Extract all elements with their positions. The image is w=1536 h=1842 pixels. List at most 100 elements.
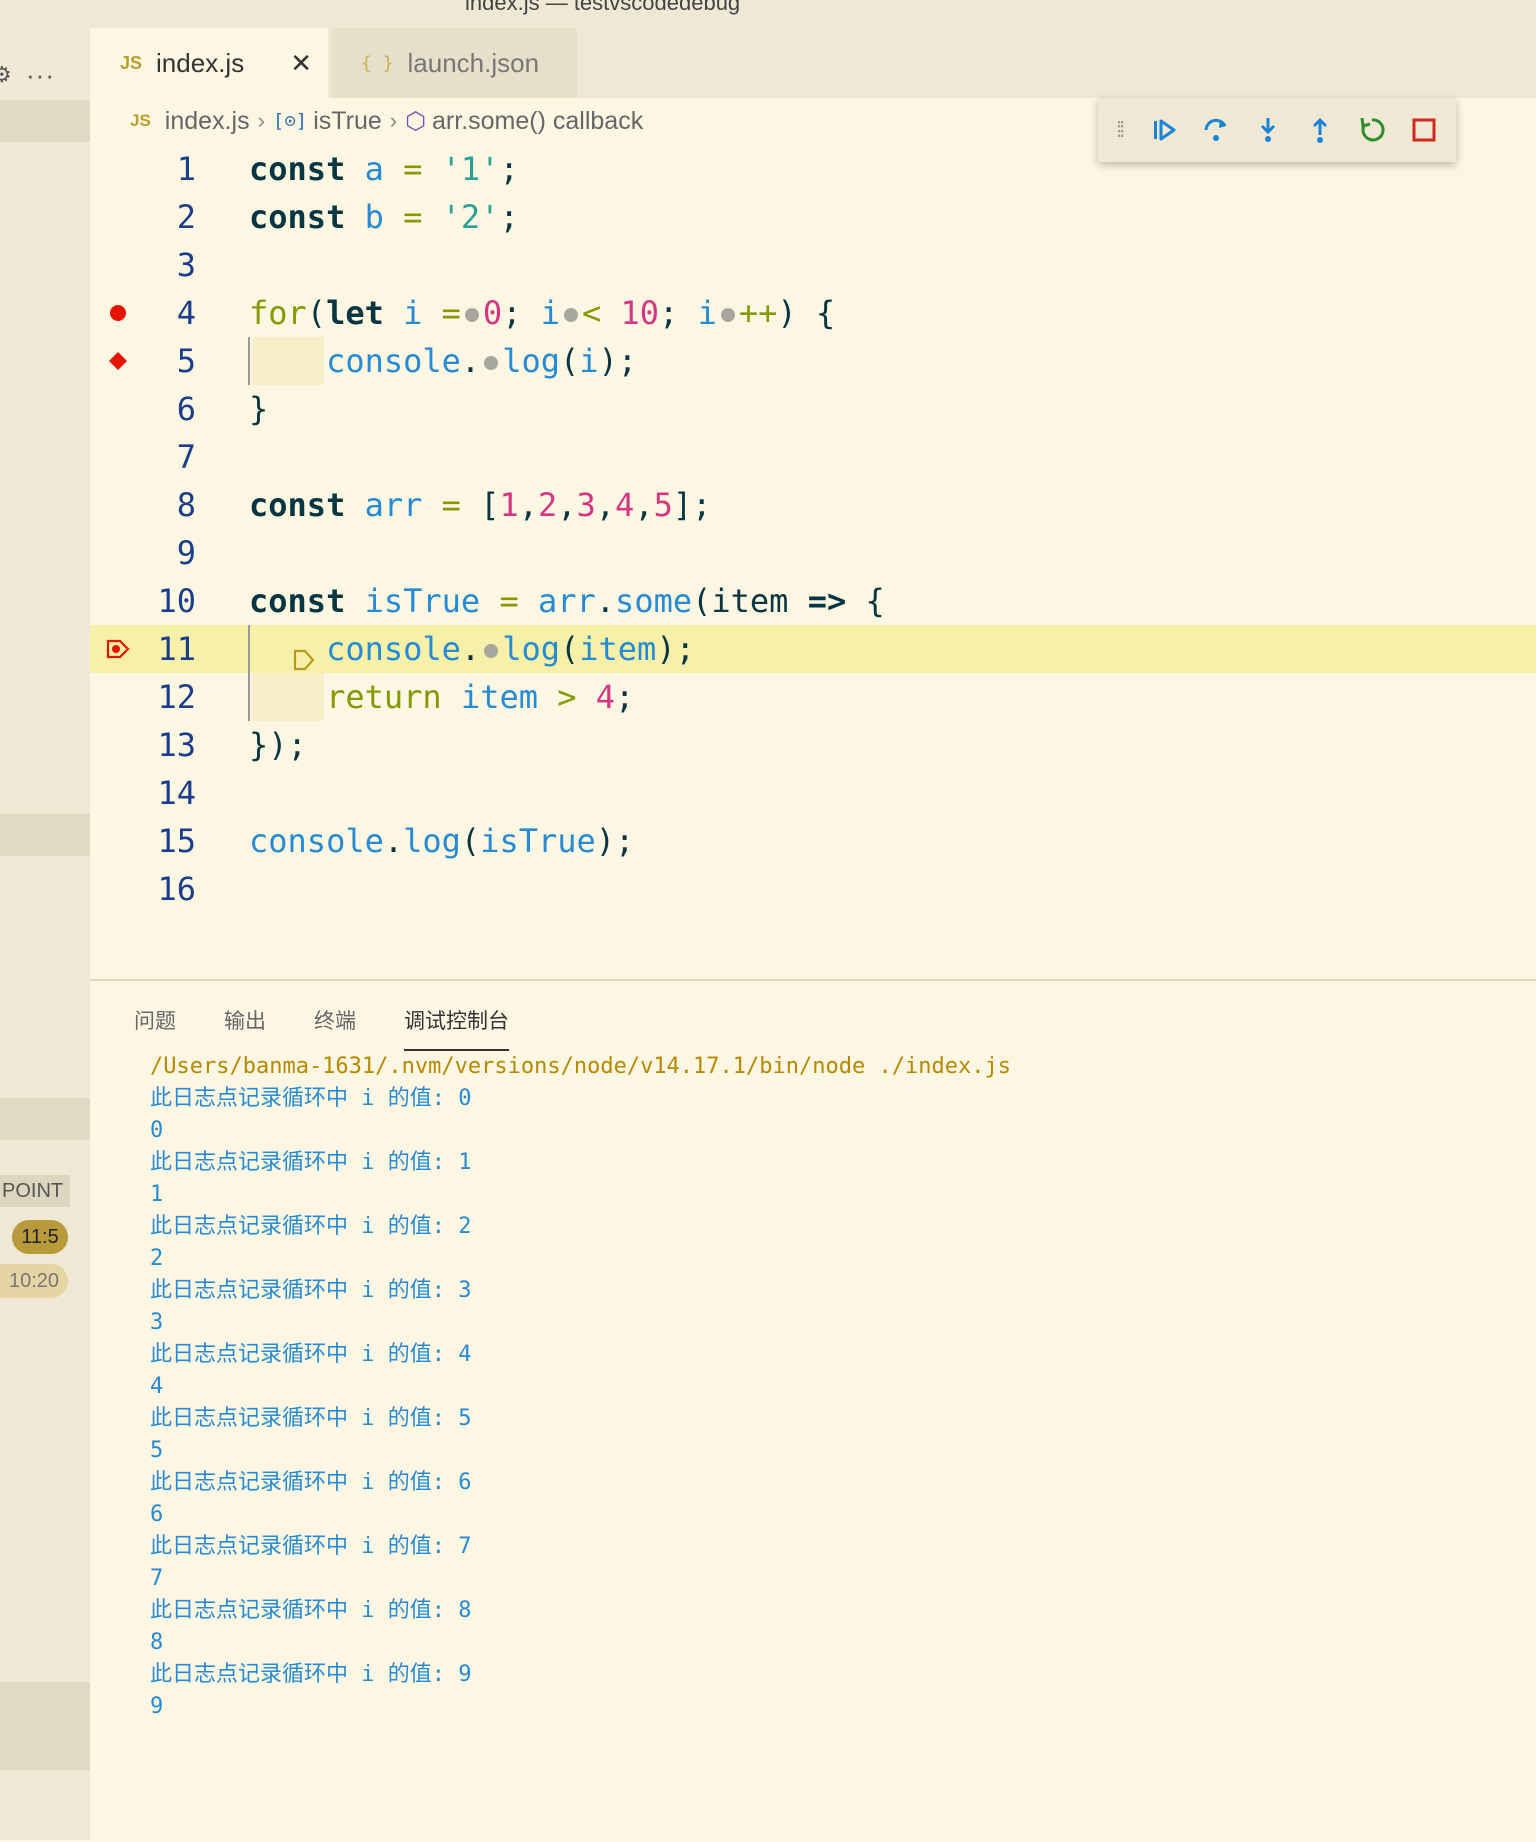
- token: const: [249, 150, 346, 188]
- tab-label: launch.json: [407, 47, 540, 78]
- code-line[interactable]: 3: [90, 241, 1536, 289]
- console-line: 9: [150, 1694, 164, 1719]
- code-line[interactable]: 12 return item > 4;: [90, 673, 1536, 721]
- token: =: [441, 294, 461, 332]
- line-number: 14: [157, 774, 196, 812]
- code-line[interactable]: 4 for(let i = 0; i < 10; i ++) {: [90, 289, 1536, 337]
- method-cube-icon: ⬡: [405, 107, 427, 135]
- code-line[interactable]: 2 const b = '2';: [90, 193, 1536, 241]
- console-line: 3: [150, 1310, 164, 1335]
- token: let: [326, 294, 384, 332]
- line-number: 6: [176, 390, 196, 428]
- sidebar-section-header[interactable]: [0, 1098, 90, 1140]
- panel-tabs: 问题 输出 终端 调试控制台: [134, 1005, 557, 1051]
- code-text: for(let i = 0; i < 10; i ++) {: [249, 294, 836, 332]
- inline-breakpoint-icon[interactable]: [720, 308, 735, 322]
- token: a: [364, 150, 384, 188]
- console-line: 7: [150, 1566, 164, 1591]
- code-line[interactable]: 14: [90, 769, 1536, 817]
- code-line[interactable]: 8 const arr = [1,2,3,4,5];: [90, 481, 1536, 529]
- console-line: 此日志点记录循环中 i 的值: 5: [150, 1406, 472, 1431]
- token: i: [579, 342, 599, 380]
- console-line: 0: [150, 1118, 164, 1143]
- console-line: 此日志点记录循环中 i 的值: 0: [150, 1086, 472, 1111]
- code-line[interactable]: 16: [90, 865, 1536, 913]
- breadcrumb-symbol[interactable]: isTrue: [313, 107, 382, 136]
- line-number: 7: [176, 438, 196, 476]
- token: i: [697, 294, 717, 332]
- token: 3: [576, 486, 596, 524]
- code-text: });: [249, 726, 307, 764]
- line-number: 13: [157, 726, 196, 764]
- line-number: 3: [176, 246, 196, 284]
- token: 10: [620, 294, 660, 332]
- sidebar-section-header[interactable]: [0, 1682, 90, 1770]
- console-command: /Users/banma-1631/.nvm/versions/node/v14…: [150, 1054, 1011, 1079]
- tab-index-js[interactable]: JS index.js ✕: [90, 28, 328, 98]
- token: '2': [441, 198, 500, 236]
- sidebar-row-highlight[interactable]: [0, 100, 90, 142]
- token: 2: [537, 486, 558, 524]
- tab-launch-json[interactable]: { } launch.json: [331, 28, 577, 98]
- line-number: 11: [157, 630, 196, 668]
- token: some: [615, 582, 693, 620]
- console-line: 6: [150, 1502, 164, 1527]
- line-number: 15: [157, 822, 196, 860]
- token: i: [403, 294, 423, 332]
- code-line[interactable]: 6 }: [90, 385, 1536, 433]
- inline-breakpoint-icon[interactable]: [464, 308, 479, 322]
- token: =: [403, 150, 423, 188]
- tab-label: index.js: [156, 47, 245, 78]
- tab-debug-console[interactable]: 调试控制台: [404, 1005, 509, 1051]
- token: 4: [595, 678, 616, 716]
- breakpoint-location-badge[interactable]: 10:20: [0, 1264, 68, 1298]
- json-file-icon: { }: [361, 52, 394, 74]
- token: 5: [653, 486, 673, 524]
- breakpoint-location-badge[interactable]: 11:5: [12, 1220, 68, 1254]
- token: =>: [807, 582, 847, 620]
- code-line[interactable]: 15 console.log(isTrue);: [90, 817, 1536, 865]
- token: >: [557, 678, 577, 716]
- tab-problems[interactable]: 问题: [134, 1005, 176, 1051]
- gear-icon[interactable]: ⚙: [0, 62, 12, 88]
- inline-breakpoint-icon[interactable]: [563, 308, 578, 322]
- token: arr: [537, 582, 596, 620]
- inline-breakpoint-icon[interactable]: [484, 356, 499, 370]
- token: 0: [482, 294, 503, 332]
- code-editor[interactable]: 1 const a = '1'; 2 const b = '2'; 3 4 fo…: [90, 145, 1536, 980]
- tab-terminal[interactable]: 终端: [314, 1005, 356, 1051]
- more-actions-icon[interactable]: ···: [26, 60, 55, 91]
- code-line[interactable]: 5 console. log(i);: [90, 337, 1536, 385]
- close-icon[interactable]: ✕: [290, 48, 312, 79]
- step-over-icon: [1204, 118, 1227, 141]
- code-line[interactable]: 13 });: [90, 721, 1536, 769]
- drag-handle-icon[interactable]: ⁞⁞: [1116, 117, 1138, 143]
- code-line[interactable]: 9: [90, 529, 1536, 577]
- current-execution-line[interactable]: 11 console. log(item);: [90, 625, 1536, 673]
- code-line[interactable]: 10 const isTrue = arr.some(item => {: [90, 577, 1536, 625]
- debug-console-output[interactable]: /Users/banma-1631/.nvm/versions/node/v14…: [150, 1051, 1011, 1723]
- tab-output[interactable]: 输出: [224, 1005, 266, 1051]
- javascript-file-icon: JS: [120, 52, 143, 73]
- console-line: 此日志点记录循环中 i 的值: 1: [150, 1150, 472, 1175]
- continue-icon: [1154, 119, 1176, 141]
- token: =: [441, 486, 461, 524]
- token: ++: [738, 294, 778, 332]
- token: '1': [441, 150, 500, 188]
- token: =: [499, 582, 519, 620]
- chevron-right-icon: ›: [257, 108, 265, 133]
- console-line: 1: [150, 1182, 164, 1207]
- sidebar-row-highlight[interactable]: [0, 814, 90, 856]
- token: <: [581, 294, 602, 332]
- inline-breakpoint-icon[interactable]: [484, 644, 499, 658]
- breadcrumb-symbol[interactable]: arr.some() callback: [432, 107, 643, 136]
- breadcrumb-file[interactable]: index.js: [165, 107, 250, 136]
- title-bar: index.js — testvscodedebug: [0, 0, 1536, 28]
- token: log: [403, 822, 461, 860]
- code-line[interactable]: 1 const a = '1';: [90, 145, 1536, 193]
- line-number: 2: [176, 198, 196, 236]
- token: b: [364, 198, 384, 236]
- chevron-right-icon: ›: [389, 108, 398, 133]
- code-line[interactable]: 7: [90, 433, 1536, 481]
- code-text: const a = '1';: [249, 145, 519, 193]
